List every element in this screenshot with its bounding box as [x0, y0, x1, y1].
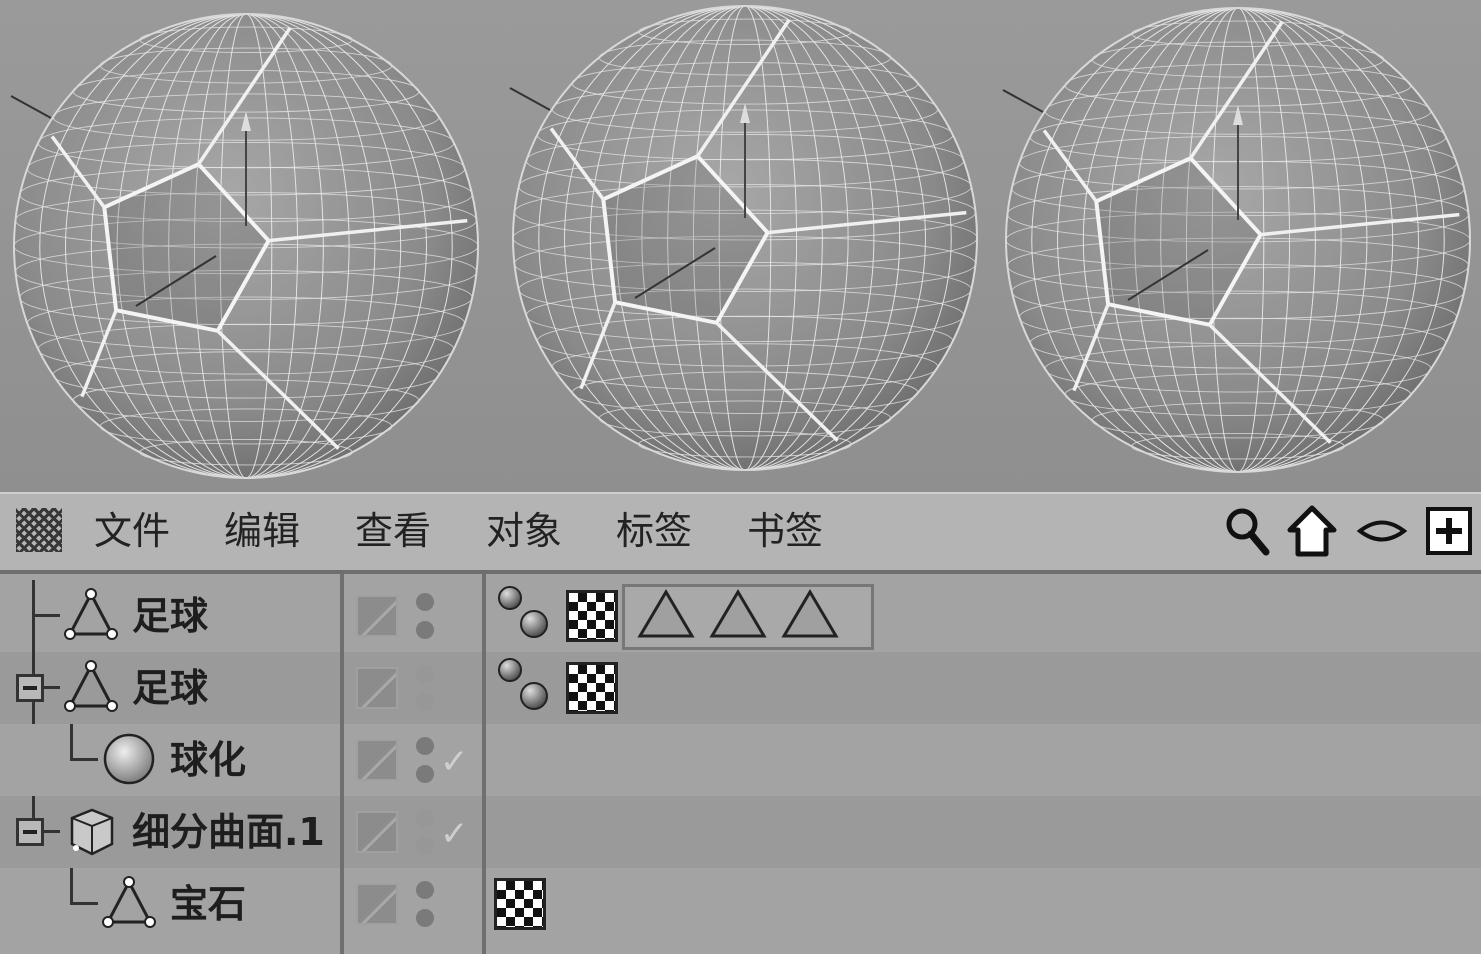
collapse-toggle-icon[interactable] — [16, 674, 44, 702]
polygon-object-icon[interactable] — [62, 658, 120, 716]
tree-connector — [32, 614, 60, 617]
soccer-ball-mesh[interactable] — [509, 5, 978, 471]
add-panel-icon[interactable] — [1424, 504, 1476, 558]
object-name[interactable]: 宝石 — [170, 868, 246, 940]
tree-connector — [32, 580, 35, 652]
object-row[interactable]: 细分曲面.1 ✓ — [0, 796, 1481, 868]
tree-connector — [70, 868, 73, 904]
subdivision-surface-icon[interactable] — [62, 802, 120, 860]
phong-tag-icon[interactable] — [494, 656, 554, 716]
soccer-ball-mesh[interactable] — [1002, 7, 1471, 473]
object-name[interactable]: 足球 — [132, 652, 208, 724]
soccer-ball-mesh[interactable] — [10, 13, 479, 479]
layer-color-box[interactable] — [356, 811, 398, 853]
collapse-toggle-icon[interactable] — [16, 818, 44, 846]
viewport-canvas[interactable] — [0, 0, 1481, 492]
layer-color-box[interactable] — [356, 667, 398, 709]
object-row[interactable]: 足球 — [0, 580, 1481, 652]
column-divider[interactable] — [482, 574, 486, 954]
render-visibility-dot[interactable] — [416, 909, 434, 927]
object-row[interactable]: 球化 ✓ — [0, 724, 1481, 796]
3d-viewport[interactable] — [0, 0, 1481, 492]
tree-connector — [70, 724, 73, 760]
material-tag-icon[interactable] — [494, 878, 546, 930]
editor-visibility-dot[interactable] — [416, 809, 434, 827]
polygon-object-icon[interactable] — [62, 586, 120, 644]
menu-objects[interactable]: 对象 — [486, 506, 562, 556]
object-manager-menubar: 文件 编辑 查看 对象 标签 书签 — [0, 492, 1481, 570]
home-icon[interactable] — [1286, 504, 1338, 558]
object-name[interactable]: 细分曲面.1 — [132, 796, 325, 868]
object-manager: 足球 足球 球化 ✓ 细分曲面.1 ✓ 宝石 — [0, 570, 1481, 954]
editor-visibility-dot[interactable] — [416, 665, 434, 683]
render-visibility-dot[interactable] — [416, 693, 434, 711]
menu-view[interactable]: 查看 — [355, 506, 431, 556]
editor-visibility-dot[interactable] — [416, 737, 434, 755]
editor-visibility-dot[interactable] — [416, 881, 434, 899]
object-row[interactable]: 宝石 — [0, 868, 1481, 940]
render-visibility-dot[interactable] — [416, 621, 434, 639]
object-name[interactable]: 球化 — [170, 724, 246, 796]
tree-connector — [70, 758, 98, 761]
search-icon[interactable] — [1222, 504, 1274, 558]
editor-visibility-dot[interactable] — [416, 593, 434, 611]
object-row[interactable]: 足球 — [0, 652, 1481, 724]
panel-grip-icon[interactable] — [16, 508, 62, 552]
cinema4d-window: 文件 编辑 查看 对象 标签 书签 足球 足球 球化 ✓ 细分曲面.1 ✓ 宝石 — [0, 0, 1481, 954]
menu-file[interactable]: 文件 — [94, 506, 170, 556]
polygon-selection-tag-icon[interactable] — [780, 588, 840, 642]
eye-icon[interactable] — [1356, 504, 1408, 558]
layer-color-box[interactable] — [356, 883, 398, 925]
material-tag-icon[interactable] — [566, 590, 618, 642]
layer-color-box[interactable] — [356, 595, 398, 637]
polygon-selection-tag-icon[interactable] — [708, 588, 768, 642]
polygon-object-icon[interactable] — [100, 874, 158, 932]
enabled-checkmark-icon[interactable]: ✓ — [440, 814, 469, 854]
menu-tags[interactable]: 标签 — [616, 506, 692, 556]
phong-tag-icon[interactable] — [494, 584, 554, 644]
polygon-selection-tag-icon[interactable] — [636, 588, 696, 642]
tree-connector — [70, 902, 98, 905]
spherify-deformer-icon[interactable] — [100, 730, 158, 788]
enabled-checkmark-icon[interactable]: ✓ — [440, 742, 469, 782]
menu-edit[interactable]: 编辑 — [224, 506, 300, 556]
menu-bookmarks[interactable]: 书签 — [747, 506, 823, 556]
column-divider[interactable] — [340, 574, 344, 954]
render-visibility-dot[interactable] — [416, 837, 434, 855]
object-name[interactable]: 足球 — [132, 580, 208, 652]
material-tag-icon[interactable] — [566, 662, 618, 714]
layer-color-box[interactable] — [356, 739, 398, 781]
render-visibility-dot[interactable] — [416, 765, 434, 783]
